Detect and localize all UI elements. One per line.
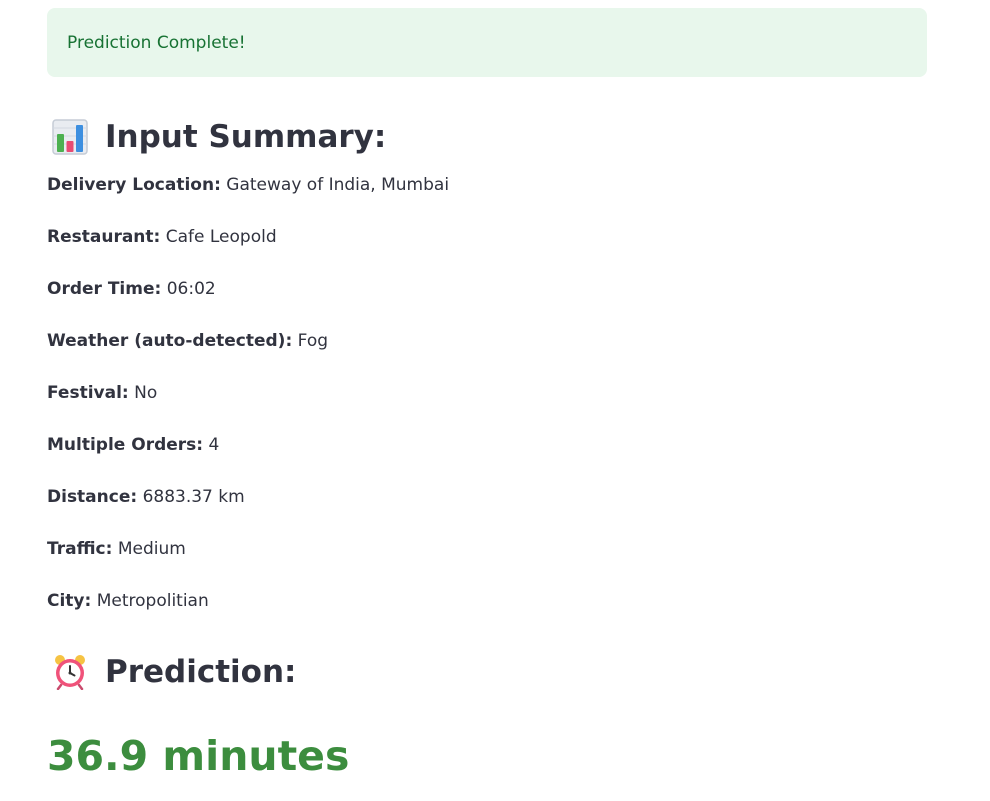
success-alert: Prediction Complete! — [47, 8, 927, 77]
prediction-result: 36.9 minutes — [47, 732, 350, 780]
summary-row-value: 06:02 — [166, 279, 216, 299]
input-summary-title: Input Summary: — [105, 118, 387, 155]
summary-row-delivery-location: Delivery Location: Gateway of India, Mum… — [47, 173, 927, 197]
summary-row-label: Weather (auto-detected): — [47, 331, 293, 351]
summary-row-label: Order Time: — [47, 279, 162, 299]
summary-row-label: Festival: — [47, 383, 129, 403]
summary-row-order-time: Order Time: 06:02 — [47, 277, 927, 301]
summary-row-restaurant: Restaurant: Cafe Leopold — [47, 225, 927, 249]
summary-row-value: Fog — [297, 331, 329, 351]
summary-row-weather: Weather (auto-detected): Fog — [47, 329, 927, 353]
bar-chart-icon — [50, 117, 90, 157]
summary-row-value: Cafe Leopold — [165, 227, 277, 247]
alarm-clock-icon — [50, 652, 90, 692]
prediction-title: Prediction: — [105, 653, 297, 690]
summary-row-distance: Distance: 6883.37 km — [47, 485, 927, 509]
summary-row-label: Restaurant: — [47, 227, 161, 247]
summary-row-traffic: Traffic: Medium — [47, 537, 927, 561]
summary-row-value: Medium — [117, 539, 186, 559]
summary-row-value: 4 — [208, 435, 220, 455]
summary-row-value: Gateway of India, Mumbai — [226, 175, 450, 195]
main-content: Prediction Complete! Input Summary: Deli… — [47, 8, 927, 777]
summary-row-value: Metropolitian — [96, 591, 209, 611]
success-alert-message: Prediction Complete! — [67, 32, 246, 53]
summary-row-label: Distance: — [47, 487, 138, 507]
summary-row-label: Delivery Location: — [47, 175, 221, 195]
summary-row-value: 6883.37 km — [142, 487, 245, 507]
summary-row-multiple-orders: Multiple Orders: 4 — [47, 433, 927, 457]
summary-row-label: City: — [47, 591, 92, 611]
summary-row-value: No — [134, 383, 158, 403]
summary-row-city: City: Metropolitian — [47, 589, 927, 613]
summary-row-label: Multiple Orders: — [47, 435, 204, 455]
prediction-heading: Prediction: — [47, 652, 927, 692]
summary-row-festival: Festival: No — [47, 381, 927, 405]
summary-row-label: Traffic: — [47, 539, 113, 559]
input-summary-heading: Input Summary: — [47, 117, 927, 157]
